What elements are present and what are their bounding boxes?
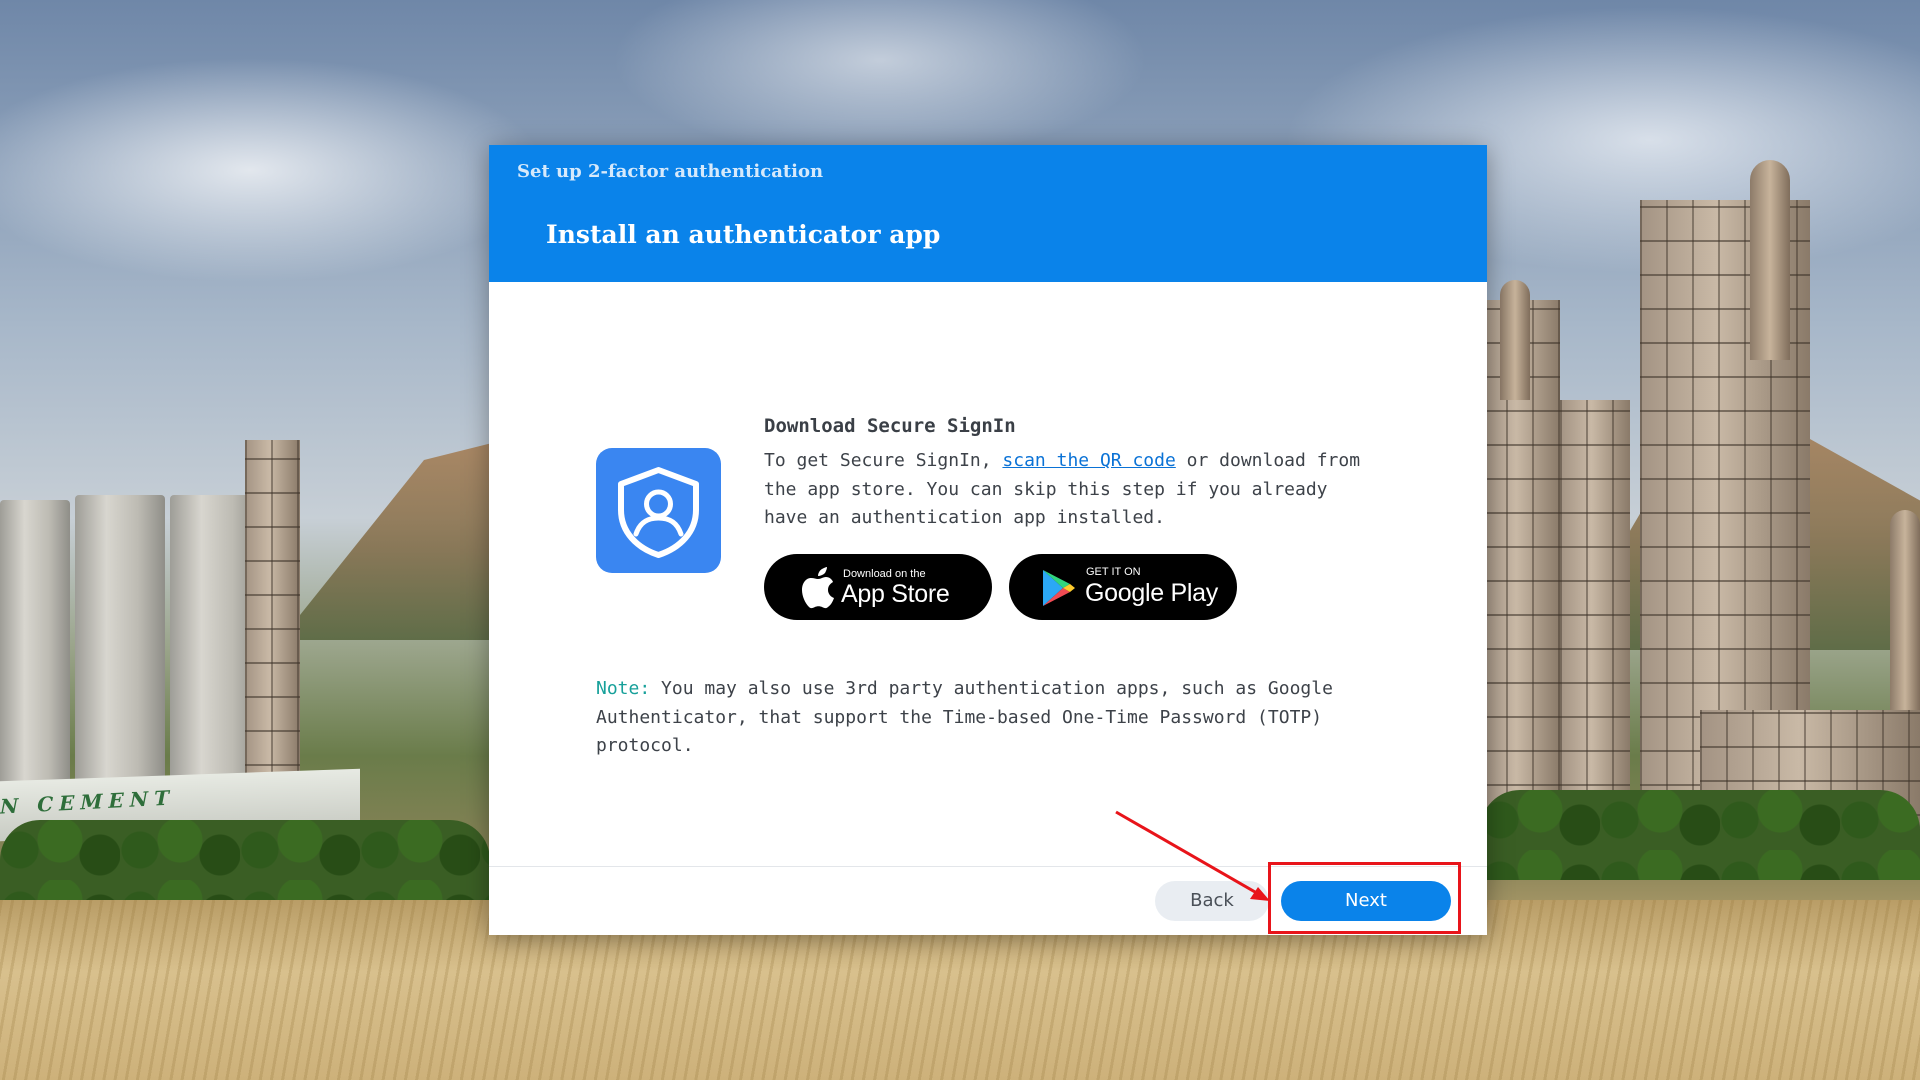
shield-user-icon	[618, 467, 699, 558]
apple-icon	[802, 567, 834, 609]
google-play-button[interactable]: GET IT ON Google Play	[1009, 554, 1237, 620]
background-pipe	[1500, 280, 1530, 400]
annotation-highlight-box	[1268, 862, 1461, 934]
background-trees	[1480, 790, 1920, 880]
note-label: Note:	[596, 678, 651, 699]
note-text: Note: You may also use 3rd party authent…	[596, 675, 1416, 761]
note-body: You may also use 3rd party authenticatio…	[596, 678, 1333, 756]
content-description: To get Secure SignIn, scan the QR code o…	[764, 447, 1364, 533]
dialog-title: Install an authenticator app	[546, 220, 941, 249]
secure-signin-app-icon	[596, 448, 721, 573]
google-play-icon	[1043, 570, 1075, 606]
background-tower	[1560, 400, 1630, 820]
app-store-small-label: Download on the	[843, 568, 926, 580]
background-pipe	[1750, 160, 1790, 360]
background-silo	[0, 500, 70, 800]
google-play-small-label: GET IT ON	[1086, 566, 1141, 578]
app-store-label: App Store	[841, 580, 950, 608]
app-store-button[interactable]: Download on the App Store	[764, 554, 992, 620]
scan-qr-code-link[interactable]: scan the QR code	[1002, 450, 1175, 471]
content-heading: Download Secure SignIn	[764, 415, 1016, 437]
google-play-label: Google Play	[1085, 579, 1218, 607]
dialog-header: Set up 2-factor authentication Install a…	[489, 145, 1487, 282]
two-factor-setup-dialog: Set up 2-factor authentication Install a…	[489, 145, 1487, 935]
back-button[interactable]: Back	[1155, 881, 1269, 921]
background-silo	[75, 495, 165, 800]
background-tower	[245, 440, 300, 800]
content-text: To get Secure SignIn,	[764, 450, 1003, 471]
dialog-kicker: Set up 2-factor authentication	[517, 161, 824, 182]
